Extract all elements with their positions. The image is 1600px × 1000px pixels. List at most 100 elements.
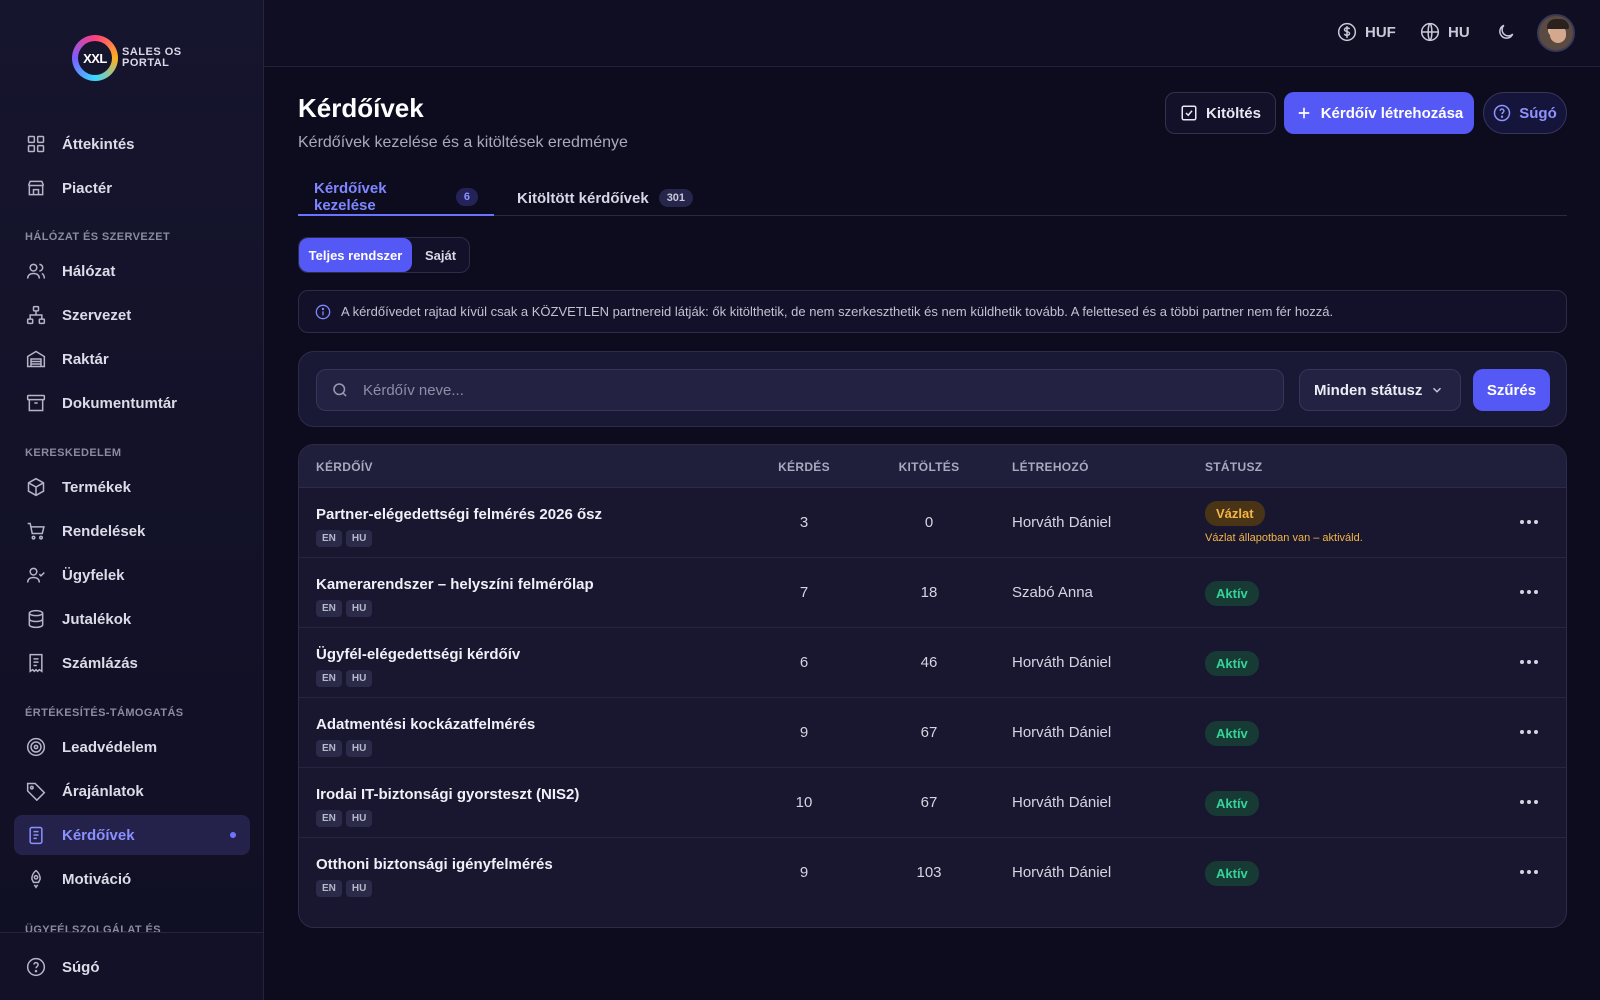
sidebar-item-halozat[interactable]: Hálózat bbox=[14, 251, 250, 291]
column-header-status: STÁTUSZ bbox=[1205, 460, 1263, 474]
questionnaire-title[interactable]: Adatmentési kockázatfelmérés bbox=[316, 716, 535, 733]
avatar-hair bbox=[1547, 19, 1569, 29]
more-options-icon[interactable] bbox=[1517, 862, 1541, 882]
more-options-icon[interactable] bbox=[1517, 582, 1541, 602]
tag-icon bbox=[26, 782, 46, 801]
more-options-icon[interactable] bbox=[1517, 652, 1541, 672]
sidebar-item-label: Ügyfelek bbox=[62, 566, 125, 584]
search-field[interactable] bbox=[316, 369, 1284, 411]
table-row[interactable]: Adatmentési kockázatfelmérés EN HU 9 67 … bbox=[299, 698, 1566, 768]
target-icon bbox=[26, 737, 46, 757]
help-circle-icon bbox=[26, 957, 46, 977]
sidebar-item-leadvedelem[interactable]: Leadvédelem bbox=[14, 727, 250, 767]
table-row[interactable]: Otthoni biztonsági igényfelmérés EN HU 9… bbox=[299, 838, 1566, 908]
sidebar-help-link[interactable]: Súgó bbox=[14, 947, 250, 987]
sidebar-item-motivacio[interactable]: Motiváció bbox=[14, 859, 250, 899]
fill-count: 46 bbox=[920, 654, 938, 671]
language-tag: EN bbox=[316, 670, 342, 687]
questionnaire-table: KÉRDŐÍV KÉRDÉS KITÖLTÉS LÉTREHOZÓ STÁTUS… bbox=[298, 444, 1567, 928]
logo-text: SALES OS PORTAL bbox=[122, 47, 182, 69]
creator-name: Horváth Dániel bbox=[1012, 724, 1112, 741]
sidebar-item-label: Árajánlatok bbox=[62, 782, 144, 800]
questionnaire-title[interactable]: Kamerarendszer – helyszíni felmérőlap bbox=[316, 576, 594, 593]
sidebar-item-label: Termékek bbox=[62, 478, 131, 496]
sidebar-item-jutalekok[interactable]: Jutalékok bbox=[14, 599, 250, 639]
language-switcher[interactable]: HU bbox=[1420, 22, 1470, 42]
fill-button-label: Kitöltés bbox=[1205, 104, 1261, 122]
sidebar: XXL SALES OS PORTAL Áttekintés Piactér H… bbox=[0, 0, 264, 1000]
more-options-icon[interactable] bbox=[1517, 512, 1541, 532]
rocket-icon bbox=[31, 869, 41, 889]
sidebar-item-label: Raktár bbox=[62, 350, 109, 368]
tab-manage-questionnaires[interactable]: Kérdőívek kezelése 6 bbox=[298, 180, 494, 216]
create-questionnaire-button[interactable]: Kérdőív létrehozása bbox=[1284, 92, 1474, 134]
language-tags: EN HU bbox=[316, 880, 373, 897]
user-avatar[interactable] bbox=[1537, 14, 1575, 52]
create-button-label: Kérdőív létrehozása bbox=[1320, 104, 1464, 122]
question-count: 3 bbox=[799, 514, 809, 531]
tab-count-badge: 6 bbox=[455, 188, 478, 206]
sidebar-help-label: Súgó bbox=[62, 958, 100, 976]
more-options-icon[interactable] bbox=[1517, 722, 1541, 742]
currency-switcher[interactable]: HUF bbox=[1337, 22, 1396, 42]
table-row[interactable]: Partner-elégedettségi felmérés 2026 ősz … bbox=[299, 488, 1566, 558]
sidebar-item-piacter[interactable]: Piactér bbox=[14, 168, 250, 208]
sidebar-item-raktar[interactable]: Raktár bbox=[14, 339, 250, 379]
language-tag: EN bbox=[316, 600, 342, 617]
moon-icon bbox=[1499, 24, 1514, 39]
sidebar-item-dokumentumtar[interactable]: Dokumentumtár bbox=[14, 383, 250, 423]
scope-segmented-control: Teljes rendszer Saját bbox=[298, 237, 470, 273]
status-note: Vázlat állapotban van – aktiváld. bbox=[1205, 532, 1363, 544]
search-input[interactable] bbox=[363, 381, 1243, 399]
language-tag: HU bbox=[345, 880, 373, 897]
table-row[interactable]: Ügyfél-elégedettségi kérdőív EN HU 6 46 … bbox=[299, 628, 1566, 698]
sidebar-item-szamlazas[interactable]: Számlázás bbox=[14, 643, 250, 683]
table-row[interactable]: Kamerarendszer – helyszíni felmérőlap EN… bbox=[299, 558, 1566, 628]
column-header-creator: LÉTREHOZÓ bbox=[1012, 460, 1089, 474]
sidebar-item-arajanlatok[interactable]: Árajánlatok bbox=[14, 771, 250, 811]
sidebar-item-label: Motiváció bbox=[62, 870, 132, 888]
top-bar bbox=[264, 0, 1600, 67]
status-select[interactable]: Minden státusz bbox=[1299, 369, 1461, 411]
store-icon bbox=[27, 180, 45, 196]
clipboard-icon bbox=[29, 826, 43, 845]
theme-toggle[interactable] bbox=[1496, 22, 1516, 42]
fill-count: 103 bbox=[916, 864, 942, 881]
question-count: 7 bbox=[799, 584, 809, 601]
table-row[interactable]: Irodai IT-biztonsági gyorsteszt (NIS2) E… bbox=[299, 768, 1566, 838]
language-tag: EN bbox=[316, 880, 342, 897]
language-tags: EN HU bbox=[316, 810, 373, 827]
status-badge: Aktív bbox=[1205, 721, 1259, 746]
fill-button[interactable]: Kitöltés bbox=[1165, 92, 1276, 134]
filter-button[interactable]: Szűrés bbox=[1473, 369, 1550, 411]
questionnaire-title[interactable]: Irodai IT-biztonsági gyorsteszt (NIS2) bbox=[316, 786, 579, 803]
status-select-value: Minden státusz bbox=[1314, 381, 1423, 399]
scope-option-all[interactable]: Teljes rendszer bbox=[299, 238, 412, 272]
help-button-label: Súgó bbox=[1519, 104, 1557, 122]
brand-logo[interactable]: XXL SALES OS PORTAL bbox=[72, 34, 202, 82]
questionnaire-title[interactable]: Ügyfél-elégedettségi kérdőív bbox=[316, 646, 520, 663]
more-options-icon[interactable] bbox=[1517, 792, 1541, 812]
sidebar-item-label: Piactér bbox=[62, 179, 113, 197]
questionnaire-title[interactable]: Otthoni biztonsági igényfelmérés bbox=[316, 856, 553, 873]
scope-option-own[interactable]: Saját bbox=[412, 238, 469, 272]
sidebar-section-ertekesites: ÉRTÉKESÍTÉS-TÁMOGATÁS bbox=[25, 707, 184, 719]
active-indicator-dot bbox=[230, 832, 236, 838]
help-button[interactable]: Súgó bbox=[1483, 92, 1567, 134]
sidebar-item-rendelesek[interactable]: Rendelések bbox=[14, 511, 250, 551]
sidebar-item-termekek[interactable]: Termékek bbox=[14, 467, 250, 507]
search-icon bbox=[333, 383, 347, 397]
sidebar-item-kerdoivek[interactable]: Kérdőívek bbox=[14, 815, 250, 855]
sidebar-item-label: Leadvédelem bbox=[62, 738, 158, 756]
sidebar-item-szervezet[interactable]: Szervezet bbox=[14, 295, 250, 335]
logo-mark-text: XXL bbox=[78, 41, 112, 75]
chevron-down-icon bbox=[1432, 387, 1442, 393]
sidebar-item-ugyfelek[interactable]: Ügyfelek bbox=[14, 555, 250, 595]
tab-filled-questionnaires[interactable]: Kitöltött kérdőívek 301 bbox=[517, 180, 694, 216]
sidebar-item-attekintes[interactable]: Áttekintés bbox=[14, 124, 250, 164]
currency-label: HUF bbox=[1365, 23, 1396, 41]
info-icon bbox=[315, 304, 331, 319]
package-icon bbox=[27, 477, 45, 497]
questionnaire-title[interactable]: Partner-elégedettségi felmérés 2026 ősz bbox=[316, 506, 602, 523]
fill-count: 0 bbox=[924, 514, 934, 531]
